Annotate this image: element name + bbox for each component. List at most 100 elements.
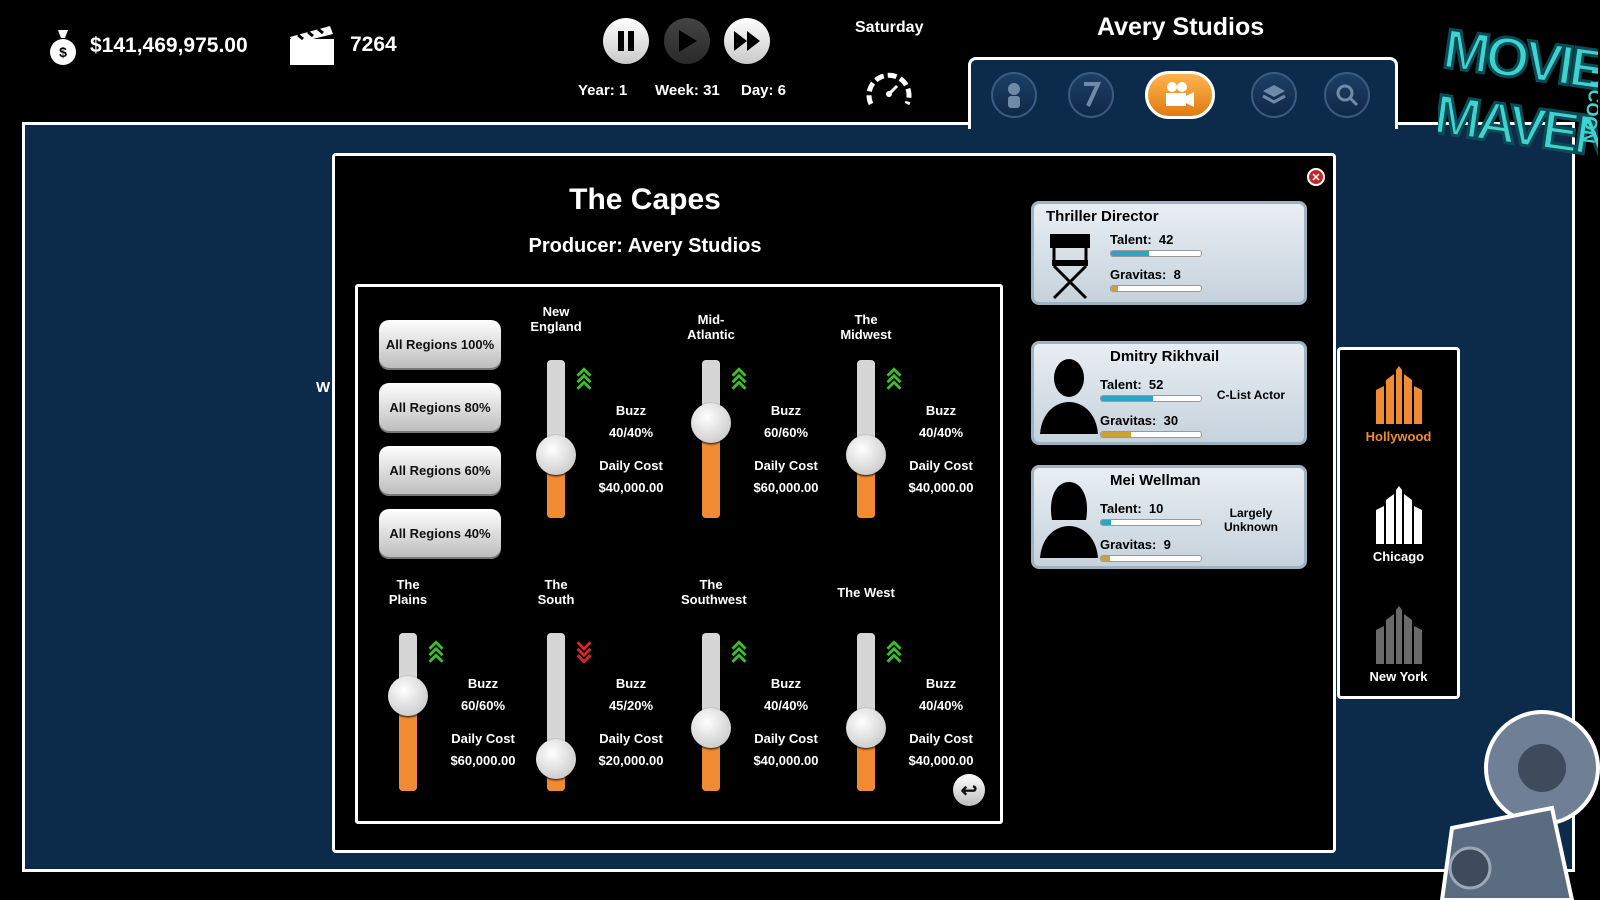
tab-scripts[interactable] [1068,72,1114,118]
pause-button[interactable] [603,18,649,64]
buzz-up-arrow-icon [731,640,747,663]
return-arrow-icon: ↩ [960,779,978,802]
buzz-value: 40/40% [763,698,809,713]
male-silhouette-icon [1040,359,1098,434]
person-icon [1008,83,1020,108]
daily-cost-value: $60,000.00 [450,753,516,768]
buzz-value: 45/20% [608,698,654,713]
talent-value: 10 [1148,501,1164,516]
buzz-label: Buzz [925,676,957,691]
buzz-label: Buzz [770,403,802,418]
gravitas-bar [1110,285,1202,292]
buzz-label: Buzz [770,676,802,691]
daily-cost-label: Daily Cost [909,731,973,746]
city-label: New York [1369,669,1428,684]
region-name: Mid-Atlantic [687,312,735,342]
buzz-down-arrow-icon [576,641,592,664]
all-regions-60-button[interactable]: All Regions 60% [379,446,501,494]
movie-camera-icon [1166,82,1194,107]
crew-card-director[interactable]: Thriller Director Talent: 42 Gravitas: 8 [1031,201,1307,305]
daily-cost-label: Daily Cost [909,458,973,473]
city-chicago[interactable]: Chicago [1340,486,1457,564]
region-slider-knob[interactable] [846,434,886,475]
buzz-up-arrow-icon [886,640,902,663]
daily-cost-value: $40,000.00 [598,480,664,495]
region-slider-knob[interactable] [536,434,576,475]
svg-text:$: $ [59,44,67,60]
pause-icon [618,31,634,51]
fast-forward-button[interactable] [724,18,770,64]
city-new-york[interactable]: New York [1340,606,1457,684]
play-button[interactable] [664,18,710,64]
tab-people[interactable] [991,72,1037,118]
speedometer-icon[interactable] [865,68,913,110]
crew-card-actor[interactable]: Dmitry Rikhvail Talent: 52 Gravitas: 30 … [1031,341,1307,445]
talent-value: 42 [1158,232,1174,247]
bar-fill [1101,432,1131,437]
tab-layers[interactable] [1251,72,1297,118]
tab-strip [968,57,1398,129]
region-name: The South [537,577,575,607]
money-bag-icon: $ [50,30,76,65]
daily-cost-label: Daily Cost [754,731,818,746]
buzz-label: Buzz [615,676,647,691]
partial-label: W [316,379,331,396]
bar-fill [1101,396,1153,401]
region-slider: The Midwest Buzz 40/40% Daily Cost $40,0… [836,304,986,544]
crew-title: Dmitry Rikhvail [1110,348,1220,365]
region-panel: All Regions 100% All Regions 80% All Reg… [355,284,1003,824]
talent-label: Talent: [1110,232,1152,247]
city-hollywood[interactable]: Hollywood [1340,366,1457,444]
gravitas-value: 30 [1163,413,1179,428]
region-slider-knob[interactable] [691,707,731,748]
bar-fill [1101,556,1110,561]
gravitas-label: Gravitas: [1100,537,1157,552]
all-regions-80-button[interactable]: All Regions 80% [379,383,501,431]
region-slider-knob[interactable] [388,676,428,717]
buzz-value: 40/40% [918,425,964,440]
region-slider-knob[interactable] [536,739,576,780]
all-regions-40-button[interactable]: All Regions 40% [379,509,501,557]
buzz-label: Buzz [467,676,499,691]
region-slider-knob[interactable] [691,403,731,444]
bar-fill [1111,286,1119,291]
buzz-up-arrow-icon [886,367,902,390]
gravitas-label: Gravitas: [1100,413,1157,428]
close-button[interactable]: ✕ [1307,168,1325,186]
film-producer: Producer: Avery Studios [528,235,762,257]
region-name: New England [530,304,582,334]
daily-cost-value: $20,000.00 [598,753,664,768]
daily-cost-label: Daily Cost [599,458,663,473]
daily-cost-value: $40,000.00 [908,480,974,495]
daily-cost-value: $40,000.00 [908,753,974,768]
tab-search[interactable] [1324,72,1370,118]
crew-card-actress[interactable]: Mei Wellman Talent: 10 Gravitas: 9 Large… [1031,465,1307,569]
script-icon [1084,82,1102,107]
play-icon [679,30,697,52]
buzz-up-arrow-icon [428,640,444,663]
region-slider-knob[interactable] [846,707,886,748]
talent-label: Talent: [1100,501,1142,516]
talent-bar [1100,519,1202,526]
gravitas-value: 9 [1163,537,1171,552]
tab-production[interactable] [1145,71,1215,119]
actor-tier: Largely Unknown [1224,506,1278,534]
back-button[interactable]: ↩ [953,774,985,806]
buzz-value: 40/40% [918,698,964,713]
day-name: Saturday [855,19,924,36]
daily-cost-value: $40,000.00 [753,753,819,768]
talent-bar [1110,250,1202,257]
city-skyline-icon [1375,606,1422,664]
region-slider: The Southwest Buzz 40/40% Daily Cost $40… [681,577,831,817]
region-slider: New England Buzz 40/40% Daily Cost $40,0… [526,304,676,544]
buzz-up-arrow-icon [576,367,592,390]
clapperboard-icon [290,26,334,65]
close-icon: ✕ [1311,171,1321,184]
region-slider: Mid-Atlantic Buzz 60/60% Daily Cost $60,… [681,304,831,544]
city-skyline-icon [1375,366,1422,424]
all-regions-100-button[interactable]: All Regions 100% [379,320,501,368]
talent-value: 52 [1148,377,1164,392]
studio-name: Avery Studios [1097,13,1265,41]
city-panel: Hollywood Chicago New York [1337,347,1460,699]
day-label: Day: 6 [741,82,787,99]
